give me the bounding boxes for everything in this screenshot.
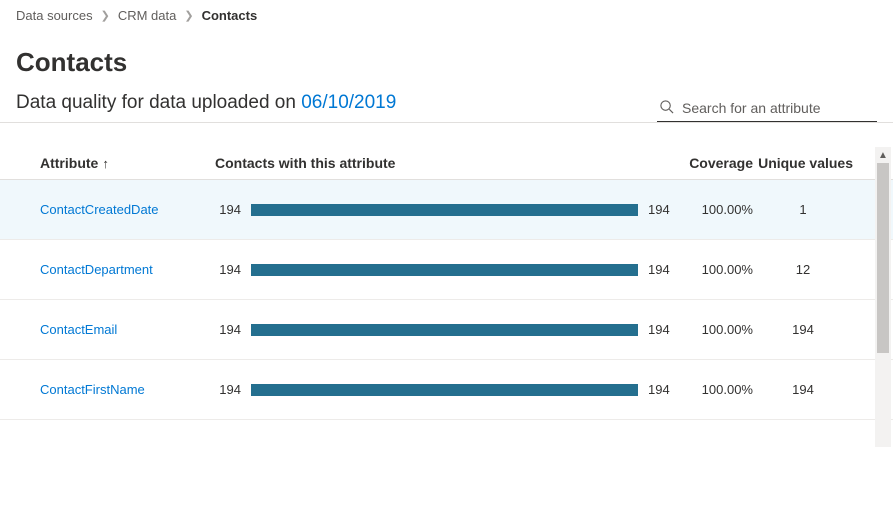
unique-value: 1	[753, 202, 853, 217]
contacts-count-right: 194	[648, 202, 678, 217]
coverage-bar	[251, 264, 638, 276]
table-row[interactable]: ContactCreatedDate194194100.00%1	[0, 180, 893, 240]
coverage-value: 100.00%	[678, 382, 753, 397]
contacts-cell: 194 194	[215, 262, 678, 277]
attribute-link[interactable]: ContactCreatedDate	[40, 202, 215, 217]
subheader: Data quality for data uploaded on 06/10/…	[16, 92, 396, 116]
coverage-bar	[251, 324, 638, 336]
scroll-up-icon[interactable]: ▲	[875, 147, 891, 163]
sort-ascending-icon: ↑	[102, 156, 109, 171]
coverage-value: 100.00%	[678, 262, 753, 277]
contacts-count-right: 194	[648, 322, 678, 337]
column-header-contacts[interactable]: Contacts with this attribute	[215, 155, 678, 171]
coverage-value: 100.00%	[678, 322, 753, 337]
breadcrumb-current: Contacts	[202, 8, 258, 23]
unique-value: 194	[753, 382, 853, 397]
table-row[interactable]: ContactFirstName194194100.00%194	[0, 360, 893, 420]
contacts-count-right: 194	[648, 382, 678, 397]
table-row[interactable]: ContactDepartment194194100.00%12	[0, 240, 893, 300]
coverage-value: 100.00%	[678, 202, 753, 217]
breadcrumb: Data sources ❯ CRM data ❯ Contacts	[0, 0, 893, 29]
attribute-link[interactable]: ContactEmail	[40, 322, 215, 337]
page-title: Contacts	[0, 29, 893, 92]
upload-date[interactable]: 06/10/2019	[301, 92, 396, 113]
attribute-table: Attribute ↑ Contacts with this attribute…	[0, 147, 893, 420]
contacts-cell: 194 194	[215, 382, 678, 397]
column-header-attribute[interactable]: Attribute ↑	[40, 155, 215, 171]
contacts-count-right: 194	[648, 262, 678, 277]
coverage-bar	[251, 204, 638, 216]
column-header-unique[interactable]: Unique values	[753, 155, 853, 171]
contacts-cell: 194 194	[215, 202, 678, 217]
contacts-cell: 194 194	[215, 322, 678, 337]
attribute-link[interactable]: ContactDepartment	[40, 262, 215, 277]
search-input[interactable]	[682, 100, 875, 116]
column-header-coverage[interactable]: Coverage	[678, 155, 753, 171]
unique-value: 12	[753, 262, 853, 277]
search-icon	[659, 99, 674, 117]
breadcrumb-link-crm-data[interactable]: CRM data	[118, 8, 177, 23]
subheader-prefix: Data quality for data uploaded on	[16, 92, 301, 113]
coverage-bar	[251, 384, 638, 396]
contacts-count-left: 194	[215, 202, 241, 217]
chevron-right-icon: ❯	[184, 9, 193, 22]
table-row[interactable]: ContactEmail194194100.00%194	[0, 300, 893, 360]
vertical-scrollbar[interactable]: ▲	[875, 147, 891, 447]
table-header: Attribute ↑ Contacts with this attribute…	[0, 147, 893, 180]
contacts-count-left: 194	[215, 382, 241, 397]
chevron-right-icon: ❯	[101, 9, 110, 22]
search-box[interactable]	[657, 95, 877, 122]
breadcrumb-link-data-sources[interactable]: Data sources	[16, 8, 93, 23]
unique-value: 194	[753, 322, 853, 337]
scrollbar-thumb[interactable]	[877, 163, 889, 353]
attribute-link[interactable]: ContactFirstName	[40, 382, 215, 397]
contacts-count-left: 194	[215, 262, 241, 277]
column-header-attribute-label: Attribute	[40, 155, 98, 171]
contacts-count-left: 194	[215, 322, 241, 337]
